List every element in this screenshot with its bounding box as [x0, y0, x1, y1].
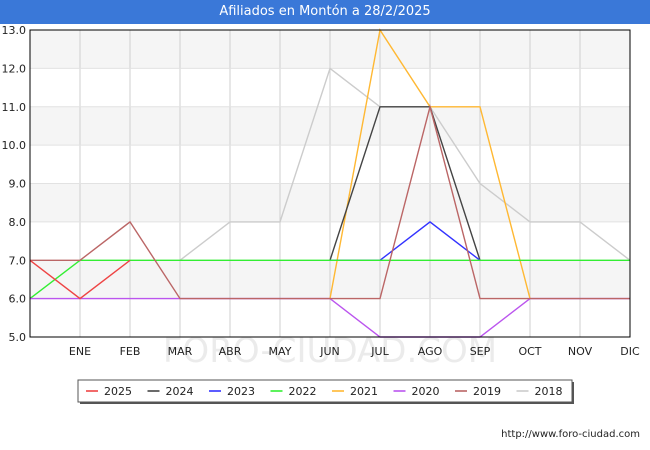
legend-label-2022: 2022 — [289, 385, 317, 398]
x-tick-label: DIC — [620, 345, 640, 358]
y-tick-label: 9.0 — [9, 178, 27, 191]
legend: 2025 2024 2023 2022 2021 2020 2019 2018 — [77, 379, 574, 404]
x-tick-label: OCT — [518, 345, 541, 358]
footer-url[interactable]: http://www.foro-ciudad.com — [501, 429, 640, 440]
y-tick-label: 11.0 — [2, 101, 27, 114]
legend-label-2020: 2020 — [412, 385, 440, 398]
x-tick-label: AGO — [418, 345, 443, 358]
x-tick-label: NOV — [568, 345, 593, 358]
legend-label-2024: 2024 — [166, 385, 194, 398]
x-tick-label: SEP — [470, 345, 491, 358]
x-tick-label: JUN — [319, 345, 340, 358]
x-tick-label: MAR — [168, 345, 193, 358]
x-tick-label: FEB — [120, 345, 141, 358]
legend-label-2021: 2021 — [350, 385, 378, 398]
y-tick-label: 5.0 — [9, 331, 27, 344]
chart-svg: FORO-CIUDAD.COM 5.06.07.08.09.010.011.01… — [2, 24, 641, 440]
y-tick-label: 8.0 — [9, 216, 27, 229]
x-tick-label: JUL — [370, 345, 389, 358]
y-tick-label: 10.0 — [2, 139, 27, 152]
x-tick-label: MAY — [269, 345, 292, 358]
x-tick-label: ENE — [69, 345, 91, 358]
y-tick-label: 7.0 — [9, 254, 27, 267]
y-tick-label: 13.0 — [2, 24, 27, 37]
legend-label-2019: 2019 — [473, 385, 501, 398]
legend-label-2025: 2025 — [104, 385, 132, 398]
y-tick-labels: 5.0 6.0 7.0 8.0 9.0 10.0 11.0 12.0 13.0 — [2, 24, 27, 344]
x-tick-label: ABR — [219, 345, 242, 358]
y-tick-label: 12.0 — [2, 62, 27, 75]
legend-label-2023: 2023 — [227, 385, 255, 398]
legend-label-2018: 2018 — [535, 385, 563, 398]
y-tick-label: 6.0 — [9, 293, 27, 306]
